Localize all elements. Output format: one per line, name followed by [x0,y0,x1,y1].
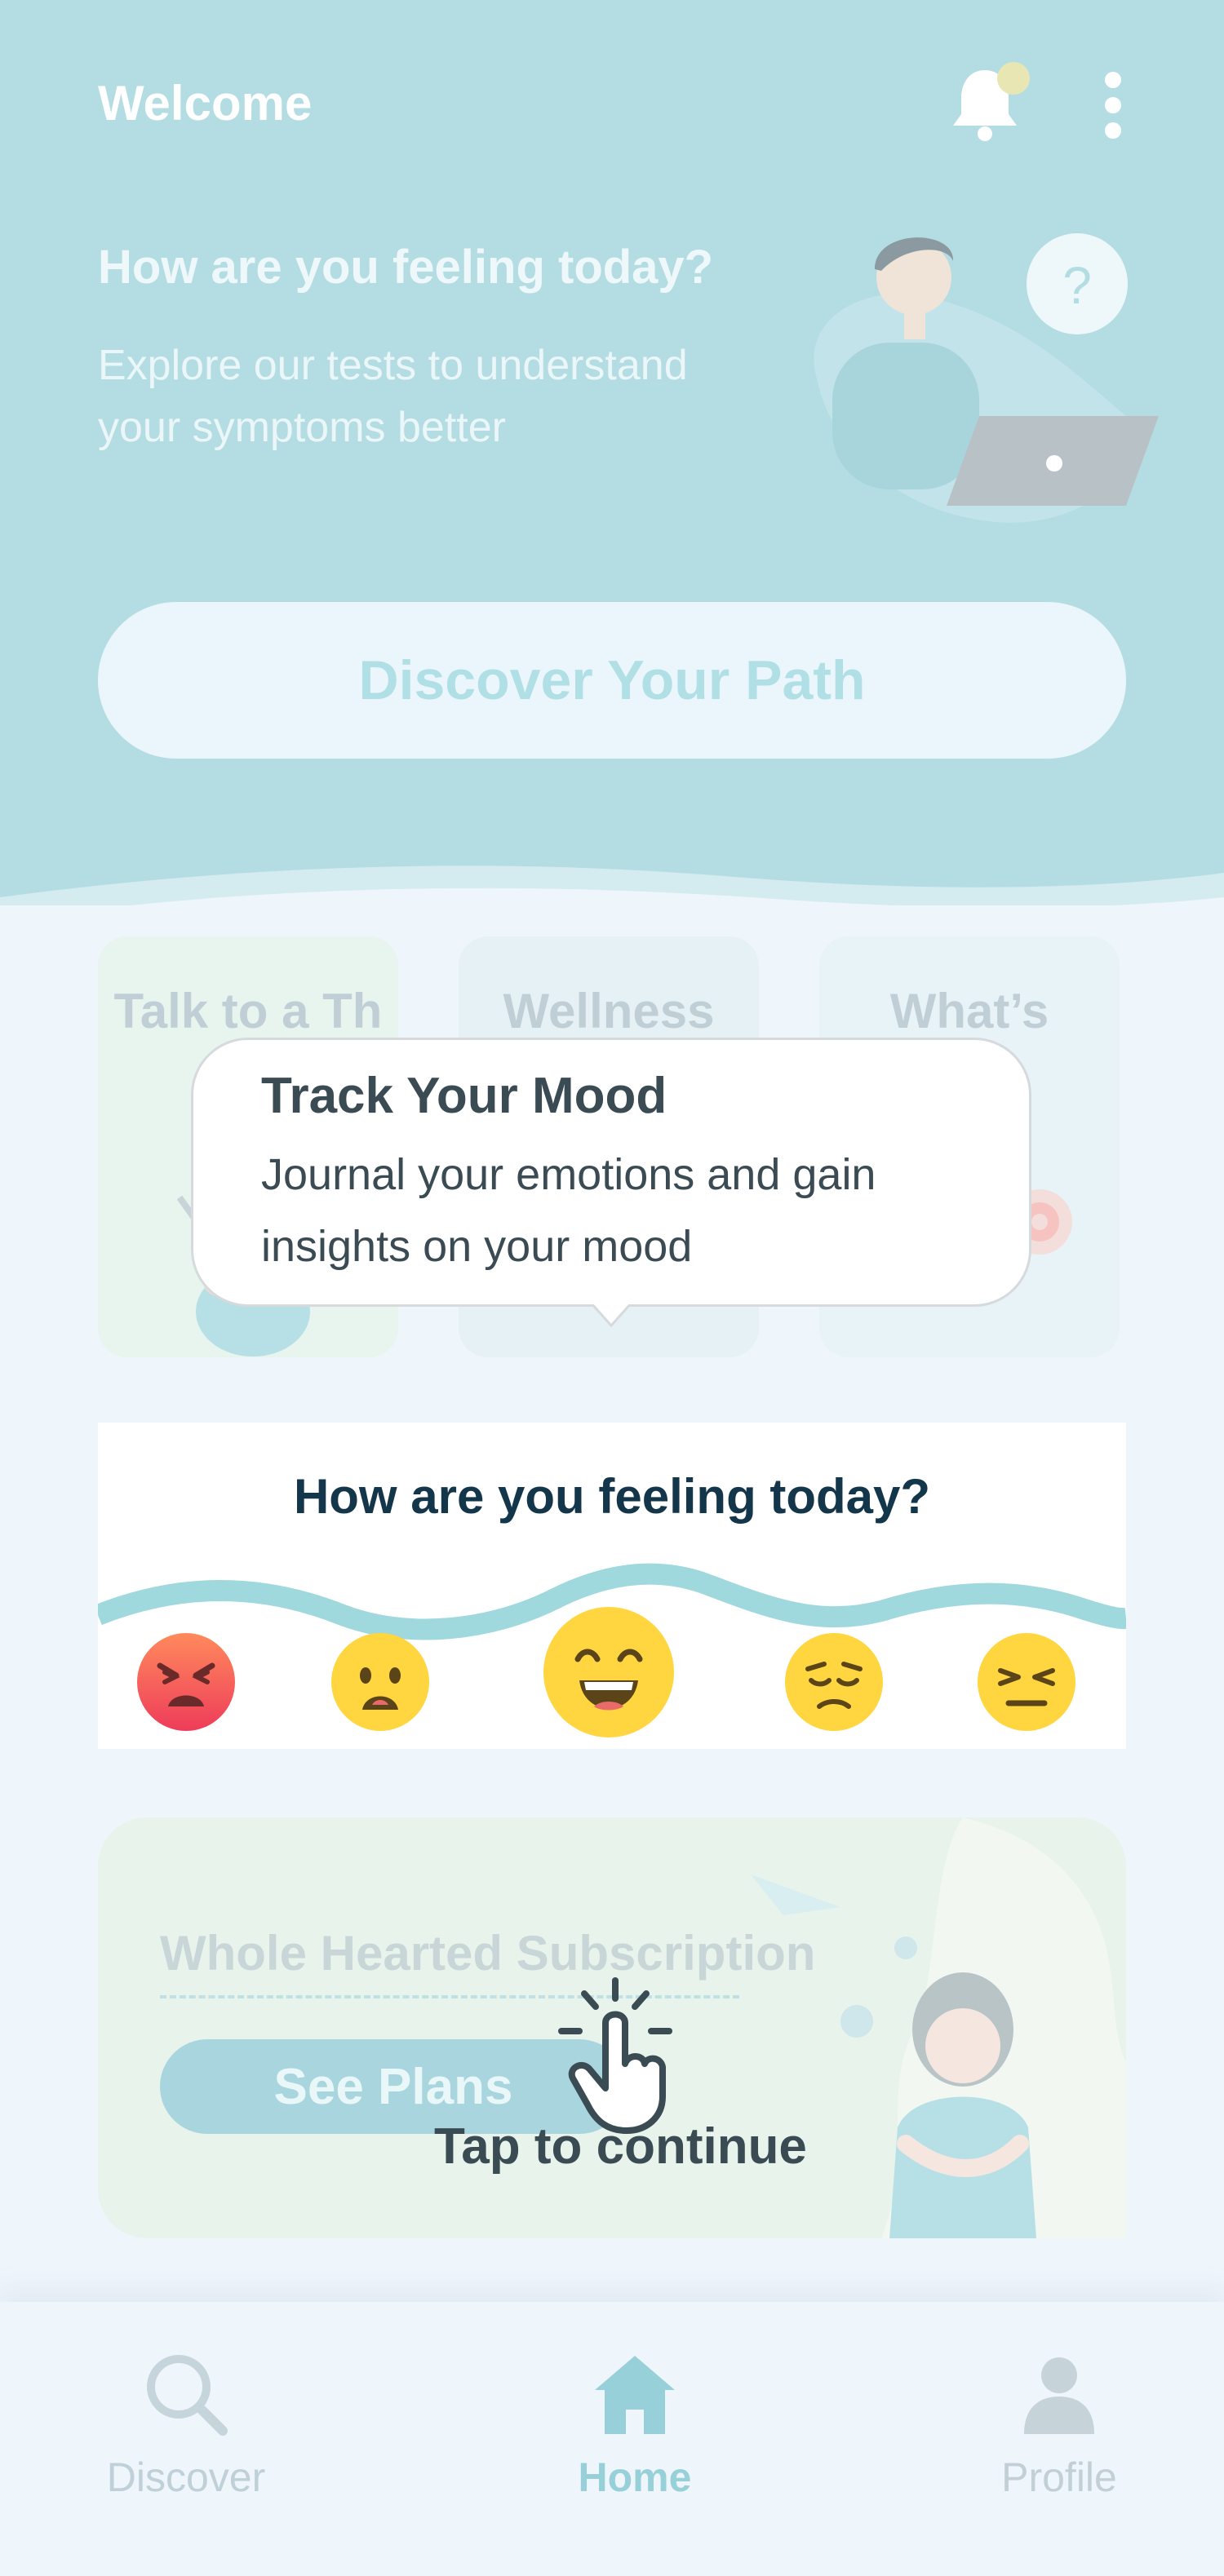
notification-dot [997,62,1030,95]
nav-label: Home [578,2454,692,2500]
welcome-title: Welcome [98,76,313,131]
tooltip-title: Track Your Mood [261,1068,667,1124]
annoyed-face-icon[interactable] [976,1631,1077,1733]
subscription-title: Whole Hearted Subscription [160,1926,816,1981]
feeling-question: How are you feeling today? [98,241,714,294]
nav-label: Profile [1001,2454,1117,2500]
nav-label: Discover [106,2454,266,2500]
happy-face-icon[interactable] [542,1605,676,1739]
worried-face-icon[interactable] [330,1631,431,1733]
person-laptop-illustration: ? [814,233,1159,523]
person-icon [1024,2357,1094,2434]
tooltip-body: Journal your emotions and gain insights … [261,1150,876,1271]
nav-discover[interactable]: Discover [64,2349,308,2501]
explore-subtitle: Explore our tests to understand your sym… [98,342,688,451]
card-label: Talk to a Th [113,984,383,1038]
search-icon [147,2355,228,2436]
nav-profile[interactable]: Profile [937,2349,1182,2501]
svg-text:?: ? [1062,256,1092,315]
card-label: Wellness [503,984,715,1038]
more-menu-icon[interactable] [1100,72,1126,140]
nav-home[interactable]: Home [512,2349,757,2501]
card-label: What’s [889,984,1049,1038]
home-icon [595,2356,675,2434]
tooltip-tail [591,1301,632,1328]
mood-title: How are you feeling today? [293,1469,931,1524]
discover-path-button[interactable]: Discover Your Path [98,602,1126,759]
tap-to-continue-hint[interactable]: Tap to continue [434,2118,807,2175]
angry-face-icon[interactable] [135,1631,237,1733]
sad-face-icon[interactable] [783,1631,885,1733]
header-wave [0,865,1224,905]
tap-hand-icon [558,1977,672,2134]
